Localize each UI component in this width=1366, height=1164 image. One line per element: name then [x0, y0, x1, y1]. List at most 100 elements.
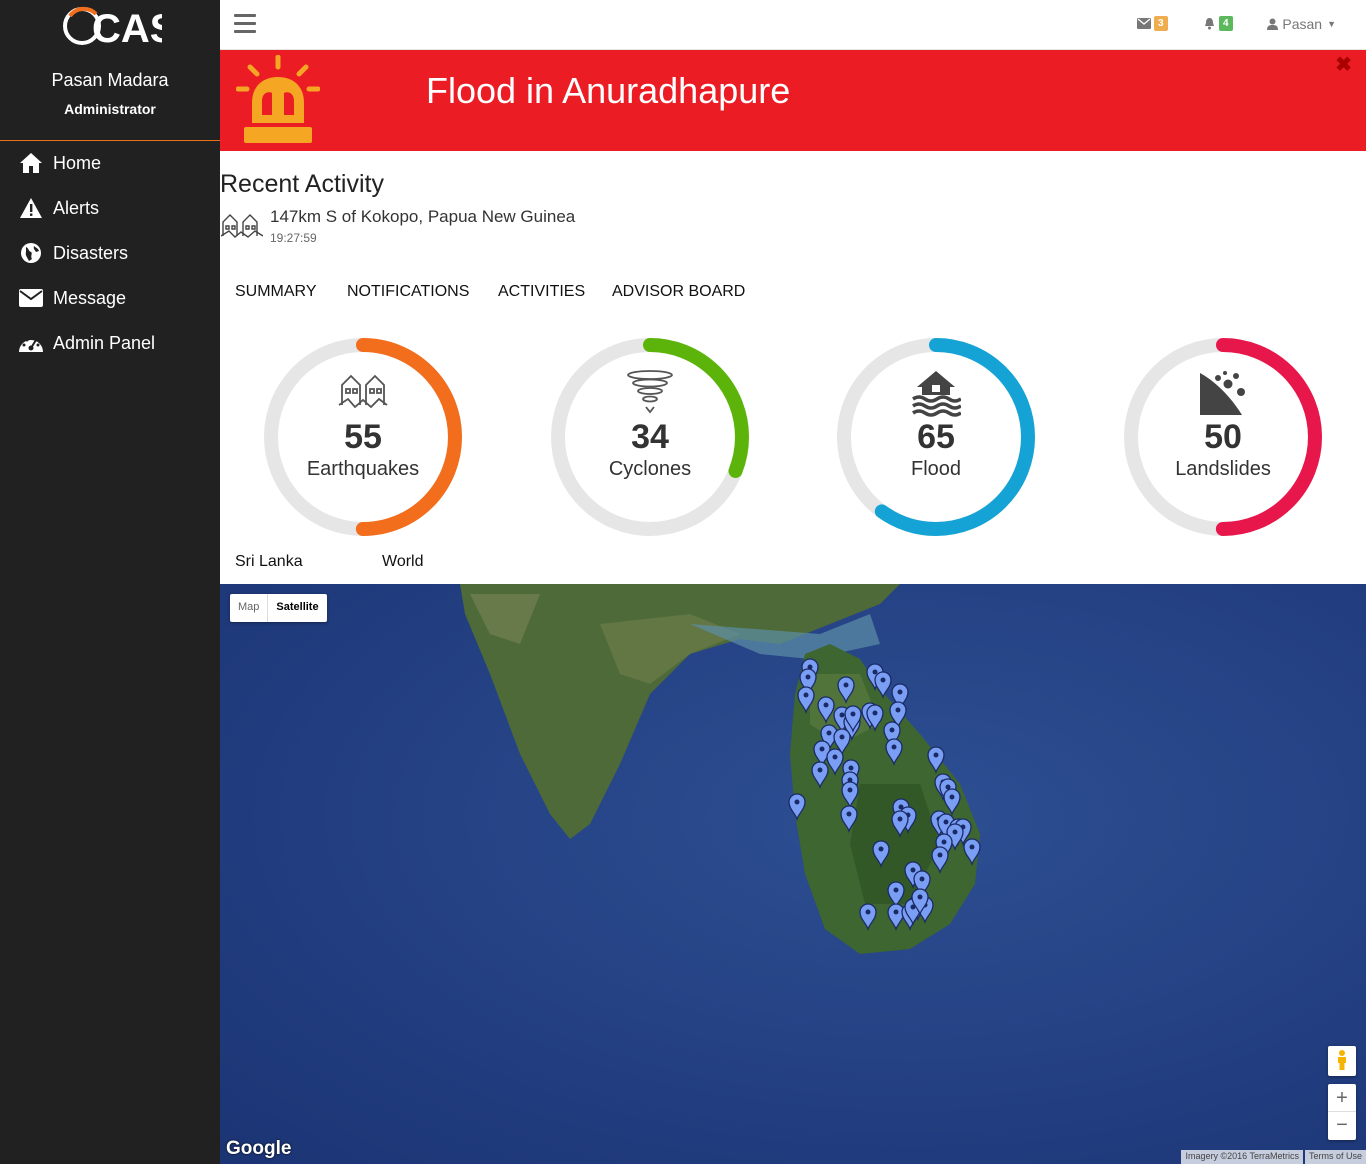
tab-summary[interactable]: SUMMARY [235, 283, 317, 301]
map-marker-icon[interactable] [927, 746, 945, 775]
zoom-in-button[interactable]: + [1328, 1084, 1356, 1112]
marker-dot [848, 765, 854, 771]
gauge-value: 50 [1204, 418, 1242, 456]
marker-dot [893, 887, 899, 893]
messages-button[interactable]: 3 [1137, 16, 1168, 31]
scope-sri-lanka[interactable]: Sri Lanka [235, 553, 303, 571]
terms-of-use-link[interactable]: Terms of Use [1304, 1150, 1366, 1164]
map-marker-icon[interactable] [874, 671, 892, 700]
marker-pin [931, 846, 949, 875]
scope-world[interactable]: World [382, 553, 424, 571]
gauge-label: Flood [910, 458, 962, 480]
marker-dot [794, 799, 800, 805]
map-type-control: Map Satellite [230, 594, 327, 622]
top-navbar: 3 4 Pasan ▼ [220, 0, 1366, 50]
map-marker-icon[interactable] [885, 738, 903, 767]
tab-advisor-board[interactable]: ADVISOR BOARD [612, 283, 745, 301]
envelope-icon [18, 285, 44, 311]
marker-dot [850, 711, 856, 717]
notifications-count-badge: 4 [1219, 16, 1233, 31]
siren-icon [235, 54, 321, 152]
warning-icon [18, 195, 44, 221]
sidebar-item-admin-panel[interactable]: Admin Panel [0, 323, 220, 363]
notifications-button[interactable]: 4 [1203, 16, 1233, 31]
sidebar-user-role: Administrator [64, 101, 156, 117]
sidebar-item-message[interactable]: Message [0, 278, 220, 318]
caret-down-icon: ▼ [1327, 19, 1336, 29]
recent-activity-heading: Recent Activity [220, 170, 384, 198]
user-dropdown[interactable]: Pasan ▼ [1267, 16, 1336, 32]
map-attribution: Imagery ©2016 TerraMetrics Terms of Use [1179, 1150, 1366, 1164]
map-marker-icon[interactable] [837, 676, 855, 705]
marker-dot [839, 712, 845, 718]
flood-gauge[interactable]: 65 Flood [835, 336, 1037, 538]
marker-dot [897, 689, 903, 695]
earthquakes-gauge[interactable]: 55 Earthquakes [262, 336, 464, 538]
marker-dot [872, 669, 878, 675]
marker-pin [927, 746, 945, 775]
tab-activities[interactable]: ACTIVITIES [498, 283, 585, 301]
cyclones-gauge[interactable]: 34 Cyclones [549, 336, 751, 538]
pegman-icon[interactable] [1328, 1046, 1356, 1076]
sidebar-item-alerts[interactable]: Alerts [0, 188, 220, 228]
marker-pin [963, 838, 981, 867]
marker-dot [847, 787, 853, 793]
sidebar-item-label: Message [53, 287, 127, 308]
alert-title: Flood in Anuradhapure [426, 70, 791, 111]
map-marker-icon[interactable] [872, 840, 890, 869]
marker-pin [891, 810, 909, 839]
menu-toggle-icon[interactable] [234, 14, 256, 34]
marker-pin [788, 793, 806, 822]
map-marker-icon[interactable] [887, 903, 905, 932]
gauge-label: Earthquakes [306, 458, 420, 480]
map-marker-icon[interactable] [859, 903, 877, 932]
marker-pin [826, 748, 844, 777]
sidebar-item-home[interactable]: Home [0, 143, 220, 183]
satellite-map[interactable]: Map Satellite + − Google Imagery ©2016 T… [220, 584, 1366, 1164]
map-type-map-button[interactable]: Map [230, 594, 269, 622]
marker-pin [885, 738, 903, 767]
map-marker-icon[interactable] [887, 881, 905, 910]
marker-dot [872, 710, 878, 716]
marker-dot [889, 727, 895, 733]
map-marker-icon[interactable] [841, 781, 859, 810]
marker-pin [872, 840, 890, 869]
sidebar-item-label: Disasters [53, 242, 129, 263]
marker-dot [846, 811, 852, 817]
alert-banner: Flood in Anuradhapure ✖ [220, 50, 1366, 151]
marker-dot [891, 744, 897, 750]
sidebar-item-label: Admin Panel [53, 332, 156, 353]
recent-activity-item-text[interactable]: 147km S of Kokopo, Papua New Guinea [270, 207, 575, 227]
landslides-gauge[interactable]: 50 Landslides [1122, 336, 1324, 538]
marker-pin [887, 903, 905, 932]
marker-dot [949, 794, 955, 800]
sidebar-item-disasters[interactable]: Disasters [0, 233, 220, 273]
marker-dot [919, 876, 925, 882]
messages-count-badge: 3 [1154, 16, 1168, 31]
marker-dot [826, 730, 832, 736]
marker-dot [865, 909, 871, 915]
map-type-satellite-button[interactable]: Satellite [268, 594, 326, 622]
zoom-out-button[interactable]: − [1328, 1112, 1356, 1140]
marker-dot [952, 829, 958, 835]
map-marker-icon[interactable] [891, 810, 909, 839]
map-marker-icon[interactable] [811, 761, 829, 790]
cas-logo[interactable]: CAS [62, 4, 176, 51]
map-marker-icon[interactable] [817, 696, 835, 725]
close-icon[interactable]: ✖ [1335, 52, 1352, 77]
map-marker-icon[interactable] [840, 805, 858, 834]
dashboard-icon [18, 330, 44, 356]
map-marker-icon[interactable] [826, 748, 844, 777]
map-marker-icon[interactable] [943, 788, 961, 817]
landslide-icon [1198, 369, 1248, 417]
marker-pin [797, 686, 815, 715]
map-marker-icon[interactable] [963, 838, 981, 867]
tab-notifications[interactable]: NOTIFICATIONS [347, 283, 469, 301]
map-marker-icon[interactable] [931, 846, 949, 875]
marker-pin [817, 696, 835, 725]
map-marker-icon[interactable] [797, 686, 815, 715]
marker-dot [880, 677, 886, 683]
map-marker-icon[interactable] [788, 793, 806, 822]
bell-icon [1205, 18, 1214, 30]
marker-dot [897, 816, 903, 822]
